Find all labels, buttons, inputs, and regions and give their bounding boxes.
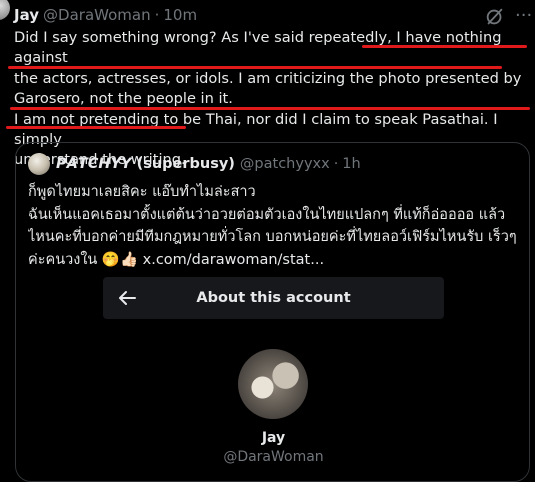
profile-avatar[interactable] — [238, 349, 308, 419]
quoted-line: ฉันเห็นแอคเธอมาตั้งแต่ต้นว่าอวยต่อมตัวเอ… — [28, 206, 506, 223]
highlight-underline — [10, 107, 530, 110]
highlight-underline — [362, 45, 527, 48]
quoted-line: ไหนคะที่บอกค่ายมีทีมกฎหมายทั่วโลก บอกหน่… — [28, 229, 517, 245]
header-separator: · — [154, 6, 160, 24]
author-avatar[interactable] — [0, 0, 10, 20]
grok-icon[interactable] — [484, 6, 506, 28]
about-account-title: About this account — [196, 290, 351, 306]
quoted-line: ค่ะคนวงใน 🤭👍🏻 x.com/darawoman/stat... — [28, 251, 325, 268]
profile-name: Jay — [261, 430, 286, 446]
post-line: the actors, actresses, or idols. I am cr… — [14, 69, 522, 87]
more-options-icon[interactable]: ··· — [515, 6, 535, 26]
quoted-separator: · — [333, 156, 339, 172]
post-line: Did I say something wrong? As I've said … — [14, 29, 502, 67]
quoted-post-header: 𝙋𝘼𝙏𝘾𝙃𝙔𝙔 (superbusy) @patchyyxx · 1h — [28, 153, 361, 175]
quoted-line: ก็พูดไทยมาเลยสิคะ แอ๊บทำไมล่ะสาว — [28, 184, 256, 200]
quoted-author-avatar[interactable] — [28, 153, 50, 175]
quoted-post-time[interactable]: 1h — [342, 156, 360, 172]
post-header: Jay @DaraWoman · 10m — [14, 4, 197, 26]
quoted-post-body: ก็พูดไทยมาเลยสิคะ แอ๊บทำไมล่ะสาว ฉันเห็น… — [28, 181, 520, 271]
author-name[interactable]: Jay — [14, 6, 39, 24]
quoted-post[interactable]: 𝙋𝘼𝙏𝘾𝙃𝙔𝙔 (superbusy) @patchyyxx · 1h ก็พู… — [15, 142, 530, 482]
about-account-header: About this account — [103, 277, 444, 319]
quoted-author-name[interactable]: 𝙋𝘼𝙏𝘾𝙃𝙔𝙔 (superbusy) — [56, 156, 235, 172]
highlight-underline — [6, 126, 186, 129]
quoted-author-handle[interactable]: @patchyyxx — [240, 156, 330, 172]
post-time[interactable]: 10m — [163, 6, 197, 24]
highlight-underline — [8, 66, 502, 69]
author-handle[interactable]: @DaraWoman — [43, 6, 151, 24]
